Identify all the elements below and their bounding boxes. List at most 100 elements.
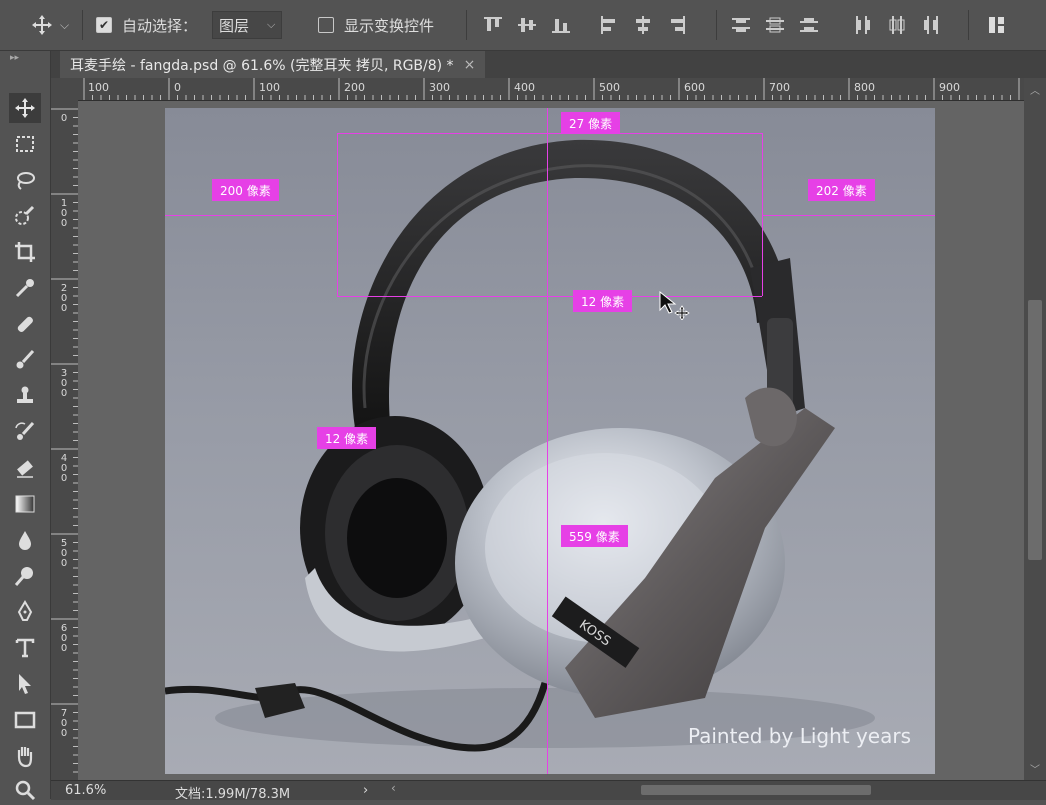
move-tool[interactable] bbox=[9, 93, 41, 123]
hand-tool[interactable] bbox=[9, 741, 41, 771]
measure-tag-right: 202 像素 bbox=[808, 179, 875, 201]
ruler-top-label: 100 bbox=[88, 81, 109, 94]
gradient-tool[interactable] bbox=[9, 489, 41, 519]
stamp-tool[interactable] bbox=[9, 381, 41, 411]
divider bbox=[82, 10, 83, 40]
move-cursor-icon bbox=[659, 290, 690, 320]
distribute-bottom-icon[interactable] bbox=[798, 14, 820, 36]
watermark-text: Painted by Light years bbox=[687, 724, 911, 748]
ruler-top-label: 900 bbox=[939, 81, 960, 94]
align-hcenter-icon[interactable] bbox=[632, 14, 654, 36]
lasso-tool[interactable] bbox=[9, 165, 41, 195]
document-canvas[interactable]: KOSS 27 像素 200 像素 202 像素 12 像素 12 像素 559… bbox=[165, 108, 935, 774]
align-vcenter-icon[interactable] bbox=[516, 14, 538, 36]
eyedropper-tool[interactable] bbox=[9, 273, 41, 303]
eyedropper-icon bbox=[15, 279, 34, 298]
distribute-top-icon[interactable] bbox=[730, 14, 752, 36]
ruler-left-label: 100 bbox=[60, 198, 68, 229]
quick-select-tool[interactable] bbox=[9, 201, 41, 231]
collapse-panel-icon[interactable]: ▸▸ bbox=[10, 53, 19, 63]
status-menu-arrow[interactable]: › bbox=[363, 783, 368, 798]
document-tab-title: 耳麦手绘 - fangda.psd @ 61.6% (完整耳夹 拷贝, RGB/… bbox=[70, 57, 454, 74]
ruler-top-label: 500 bbox=[599, 81, 620, 94]
ruler-top-label: 100 bbox=[259, 81, 280, 94]
blur-tool[interactable] bbox=[9, 525, 41, 555]
history-brush-tool[interactable] bbox=[9, 417, 41, 447]
show-transform-checkbox[interactable] bbox=[318, 17, 334, 33]
ruler-top-label: 300 bbox=[429, 81, 450, 94]
pen-tool[interactable] bbox=[9, 597, 41, 627]
align-top-icon[interactable] bbox=[482, 14, 504, 36]
headphones-artwork: KOSS bbox=[165, 139, 875, 752]
scroll-left-icon[interactable]: ‹ bbox=[391, 781, 396, 795]
pen-icon bbox=[17, 600, 33, 621]
distribute-hcenter-icon[interactable] bbox=[886, 14, 908, 36]
type-tool[interactable] bbox=[9, 633, 41, 663]
type-icon bbox=[15, 638, 35, 658]
marquee-icon bbox=[16, 136, 34, 152]
vertical-scrollbar[interactable]: ︿ ﹀ bbox=[1024, 78, 1046, 780]
move-tool-icon bbox=[15, 98, 35, 118]
distribute-left-icon[interactable] bbox=[852, 14, 874, 36]
auto-select-target-dropdown[interactable]: 图层 ⌵ bbox=[212, 11, 283, 39]
brush-tool[interactable] bbox=[9, 345, 41, 375]
zoom-tool[interactable] bbox=[9, 775, 41, 805]
healing-brush-tool[interactable] bbox=[9, 309, 41, 339]
path-select-icon bbox=[19, 674, 31, 694]
align-right-icon[interactable] bbox=[666, 14, 688, 36]
distribute-right-icon[interactable] bbox=[920, 14, 942, 36]
distribute-v-group bbox=[730, 0, 820, 50]
brush-icon bbox=[16, 349, 35, 369]
dodge-tool[interactable] bbox=[9, 561, 41, 591]
auto-align-button[interactable] bbox=[986, 0, 1008, 50]
show-transform-label: 显示变换控件 bbox=[344, 16, 435, 35]
zoom-level[interactable]: 61.6% bbox=[65, 783, 106, 798]
distribute-h-group bbox=[852, 0, 942, 50]
options-bar: ⌵ ✔ 自动选择： 图层 ⌵ 显示变换控件 bbox=[0, 0, 1046, 51]
ruler-top-label: 200 bbox=[344, 81, 365, 94]
scroll-up-icon[interactable]: ︿ bbox=[1030, 82, 1040, 97]
ruler-top-label: 600 bbox=[684, 81, 705, 94]
divider bbox=[968, 10, 969, 40]
measure-tag-bottom: 559 像素 bbox=[561, 525, 628, 547]
horizontal-scroll-thumb[interactable] bbox=[641, 785, 871, 795]
move-tool-icon bbox=[32, 15, 52, 35]
ruler-corner[interactable] bbox=[51, 78, 79, 101]
close-tab-icon[interactable]: × bbox=[464, 57, 476, 73]
canvas-area[interactable]: KOSS 27 像素 200 像素 202 像素 12 像素 12 像素 559… bbox=[78, 101, 1024, 780]
measure-tag-top: 27 像素 bbox=[561, 112, 621, 134]
smart-guide-left bbox=[165, 215, 335, 216]
ruler-left-label: 500 bbox=[60, 538, 68, 569]
tools-panel: ▸▸ bbox=[0, 51, 51, 801]
healing-brush-icon bbox=[17, 316, 33, 332]
ruler-left-label: 0 bbox=[60, 113, 68, 124]
auto-select-target-value: 图层 bbox=[219, 16, 250, 35]
document-tab-bar: 耳麦手绘 - fangda.psd @ 61.6% (完整耳夹 拷贝, RGB/… bbox=[51, 51, 1046, 78]
lasso-icon bbox=[17, 172, 35, 190]
ruler-top[interactable]: 100 0 100 200 300 400 500 600 700 800 90… bbox=[78, 78, 1024, 101]
align-bottom-icon[interactable] bbox=[550, 14, 572, 36]
move-tool-preset[interactable]: ⌵ bbox=[30, 0, 69, 50]
document-tab[interactable]: 耳麦手绘 - fangda.psd @ 61.6% (完整耳夹 拷贝, RGB/… bbox=[60, 51, 486, 78]
status-bar: 61.6% 文档:1.99M/78.3M › ‹ bbox=[51, 780, 1046, 802]
vertical-scroll-thumb[interactable] bbox=[1028, 300, 1042, 560]
path-select-tool[interactable] bbox=[9, 669, 41, 699]
marquee-tool[interactable] bbox=[9, 129, 41, 159]
divider bbox=[716, 10, 717, 40]
rectangle-tool[interactable] bbox=[9, 705, 41, 735]
crop-tool[interactable] bbox=[9, 237, 41, 267]
auto-select-checkbox[interactable]: ✔ bbox=[96, 17, 112, 33]
distribute-vcenter-icon[interactable] bbox=[764, 14, 786, 36]
rectangle-icon bbox=[14, 711, 36, 729]
smart-guide-top-box bbox=[337, 133, 762, 134]
ruler-left[interactable]: 0 100 200 300 400 500 600 700 bbox=[51, 100, 79, 780]
chevron-down-icon: ⌵ bbox=[267, 18, 276, 31]
eraser-tool[interactable] bbox=[9, 453, 41, 483]
horizontal-scrollbar[interactable]: ‹ bbox=[391, 781, 1041, 796]
blur-icon bbox=[19, 531, 31, 550]
measure-tag-left: 200 像素 bbox=[212, 179, 279, 201]
align-left-icon[interactable] bbox=[598, 14, 620, 36]
eraser-icon bbox=[17, 460, 33, 478]
scroll-down-icon[interactable]: ﹀ bbox=[1030, 761, 1040, 776]
auto-align-icon bbox=[989, 17, 1004, 33]
